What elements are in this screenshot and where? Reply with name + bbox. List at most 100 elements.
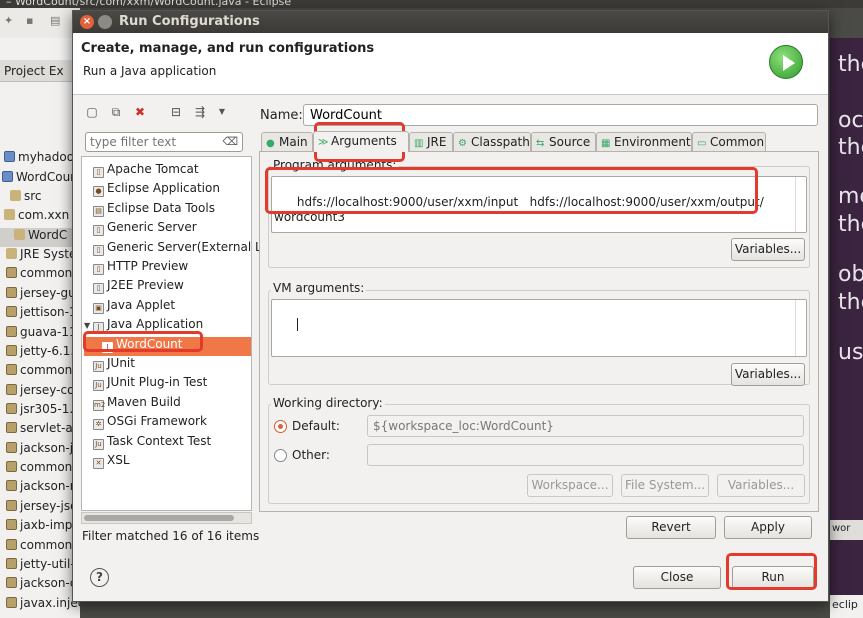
minimize-window-icon[interactable] bbox=[98, 15, 112, 29]
new-icon[interactable]: ✦ bbox=[4, 14, 18, 28]
editor-text: ust bbox=[838, 340, 863, 365]
project-tree-item[interactable]: WordC bbox=[0, 228, 80, 247]
project-explorer-tab[interactable]: Project Ex bbox=[0, 60, 80, 82]
print-icon[interactable]: ▤ bbox=[50, 14, 64, 28]
project-tree-item-label: servlet-ap bbox=[20, 421, 80, 435]
default-radio[interactable] bbox=[274, 420, 287, 433]
new-config-icon[interactable]: ▢ bbox=[83, 103, 101, 121]
project-tree-item[interactable]: JRE Syste bbox=[0, 247, 80, 266]
tree-item[interactable]: ▯ Generic Server bbox=[84, 220, 197, 239]
apply-button[interactable]: Apply bbox=[724, 516, 812, 539]
tab-common[interactable]: ▭ Common bbox=[692, 132, 766, 151]
file-system-button[interactable]: File System... bbox=[621, 474, 709, 497]
tab-classpath[interactable]: ⚙ Classpath bbox=[453, 132, 531, 151]
tab-jre[interactable]: ▥ JRE bbox=[409, 132, 453, 151]
project-tree-item[interactable]: commons bbox=[0, 266, 80, 285]
project-tree-item[interactable]: com.xxn bbox=[0, 208, 80, 227]
tree-item[interactable]: ▯ HTTP Preview bbox=[84, 259, 188, 278]
project-tree-item[interactable]: commons bbox=[0, 538, 80, 557]
project-tree-item[interactable]: commons bbox=[0, 460, 80, 479]
project-tree-item[interactable]: jetty-util- bbox=[0, 557, 80, 576]
tree-horizontal-scrollbar[interactable] bbox=[81, 512, 252, 524]
server-icon: ▯ bbox=[93, 283, 104, 295]
tree-item[interactable]: ▯ Generic Server(External L bbox=[84, 240, 262, 259]
help-icon[interactable]: ? bbox=[90, 568, 109, 587]
name-label: Name: bbox=[260, 108, 303, 123]
program-arguments-textarea[interactable]: hdfs://localhost:9000/user/xxm/input hdf… bbox=[271, 176, 807, 233]
tree-item[interactable]: Ju Task Context Test bbox=[84, 434, 211, 453]
tab-source[interactable]: ⇆ Source bbox=[531, 132, 596, 151]
project-tree-item[interactable]: jersey-cor bbox=[0, 383, 80, 402]
default-directory-field: ${workspace_loc:WordCount} bbox=[367, 415, 804, 437]
project-tree-item-label: jackson-m bbox=[20, 479, 80, 493]
tab-arguments[interactable]: ≫ Arguments bbox=[313, 131, 409, 152]
workspace-button[interactable]: Workspace... bbox=[527, 474, 613, 497]
project-tree-item[interactable]: jettison-1 bbox=[0, 305, 80, 324]
project-tree-item[interactable]: WordCoun bbox=[0, 170, 80, 189]
tree-item[interactable]: ▣ Java Applet bbox=[84, 298, 175, 317]
tree-item[interactable]: ✲ OSGi Framework bbox=[84, 414, 207, 433]
duplicate-config-icon[interactable]: ⧉ bbox=[107, 103, 125, 121]
tab-environment[interactable]: ▦ Environment bbox=[596, 132, 692, 151]
expand-arrow-icon[interactable]: ▼ bbox=[84, 321, 93, 330]
jar-icon bbox=[6, 461, 17, 472]
project-tree-item[interactable]: jsr305-1.3 bbox=[0, 402, 80, 421]
filter-field[interactable]: ⌫ bbox=[85, 132, 243, 152]
project-tree-item[interactable]: javax.inject-1.jar - /us bbox=[0, 596, 80, 615]
project-tree-item[interactable]: guava-11. bbox=[0, 325, 80, 344]
tree-item[interactable]: m2 Maven Build bbox=[84, 395, 181, 414]
tree-item-label: Maven Build bbox=[107, 394, 181, 409]
jar-icon bbox=[6, 287, 17, 298]
vm-arguments-textarea[interactable] bbox=[271, 299, 807, 357]
project-tree-item[interactable]: jaxb-impl bbox=[0, 518, 80, 537]
project-tree-item[interactable]: servlet-ap bbox=[0, 421, 80, 440]
jar-icon bbox=[6, 500, 17, 511]
project-tree-item-label: src bbox=[24, 189, 42, 203]
workdir-variables-button[interactable]: Variables... bbox=[717, 474, 805, 497]
chevron-down-icon[interactable]: ▼ bbox=[213, 103, 231, 121]
program-variables-button[interactable]: Variables... bbox=[731, 238, 805, 261]
project-tree-item[interactable]: commons bbox=[0, 363, 80, 382]
jar-icon bbox=[6, 267, 17, 278]
run-configurations-dialog: × Run Configurations Create, manage, and… bbox=[72, 10, 829, 602]
revert-button[interactable]: Revert bbox=[626, 516, 716, 539]
project-tree-item[interactable]: jersey-gui bbox=[0, 286, 80, 305]
tree-item[interactable]: ▯ J2EE Preview bbox=[84, 278, 184, 297]
project-tree-item[interactable]: src bbox=[0, 189, 80, 208]
other-radio[interactable] bbox=[274, 449, 287, 462]
filter-input[interactable] bbox=[90, 133, 220, 151]
tab-main[interactable]: ● Main bbox=[261, 132, 313, 151]
filter-config-icon[interactable]: ⇶ bbox=[191, 103, 209, 121]
run-button[interactable]: Run bbox=[732, 566, 814, 589]
tree-item[interactable]: ▼ J Java Application bbox=[84, 317, 203, 336]
tree-item-wordcount[interactable]: J WordCount bbox=[84, 336, 251, 356]
close-button[interactable]: Close bbox=[633, 566, 721, 589]
vm-arguments-label: VM arguments: bbox=[271, 281, 367, 295]
tree-item[interactable]: Ju JUnit Plug-in Test bbox=[84, 375, 207, 394]
other-directory-field[interactable] bbox=[367, 444, 804, 466]
project-tree-item[interactable]: jetty-6.1. bbox=[0, 344, 80, 363]
name-input[interactable] bbox=[303, 104, 818, 126]
tree-item[interactable]: Ju JUnit bbox=[84, 356, 135, 375]
vm-variables-button[interactable]: Variables... bbox=[731, 363, 805, 386]
project-tree-item[interactable]: jackson-m bbox=[0, 479, 80, 498]
tree-item-label: Apache Tomcat bbox=[107, 162, 199, 176]
tree-item[interactable]: ✕ XSL bbox=[84, 453, 130, 472]
project-tree-item-label: commons bbox=[20, 266, 79, 280]
project-tree-item-label: jackson-ja bbox=[20, 441, 80, 455]
clear-filter-icon[interactable]: ⌫ bbox=[222, 135, 238, 148]
project-tree-item[interactable]: jackson-c bbox=[0, 576, 80, 595]
save-icon[interactable]: ▪ bbox=[26, 14, 40, 28]
tree-item[interactable]: ▤ Eclipse Data Tools bbox=[84, 201, 215, 220]
collapse-all-icon[interactable]: ⊟ bbox=[167, 103, 185, 121]
tree-item[interactable]: ▯ Apache Tomcat bbox=[84, 162, 199, 181]
delete-config-icon[interactable]: ✖ bbox=[131, 103, 149, 121]
project-tree-item-label: commons bbox=[20, 460, 79, 474]
project-tree-item[interactable]: jersey-jso bbox=[0, 499, 80, 518]
tree-item[interactable]: ● Eclipse Application bbox=[84, 181, 220, 200]
tree-item-label: Generic Server(External L bbox=[107, 239, 262, 254]
tab-label: Common bbox=[710, 135, 765, 149]
project-tree-item[interactable]: jackson-ja bbox=[0, 441, 80, 460]
project-tree-item[interactable]: myhadoo bbox=[0, 150, 80, 169]
close-window-icon[interactable]: × bbox=[80, 15, 94, 29]
